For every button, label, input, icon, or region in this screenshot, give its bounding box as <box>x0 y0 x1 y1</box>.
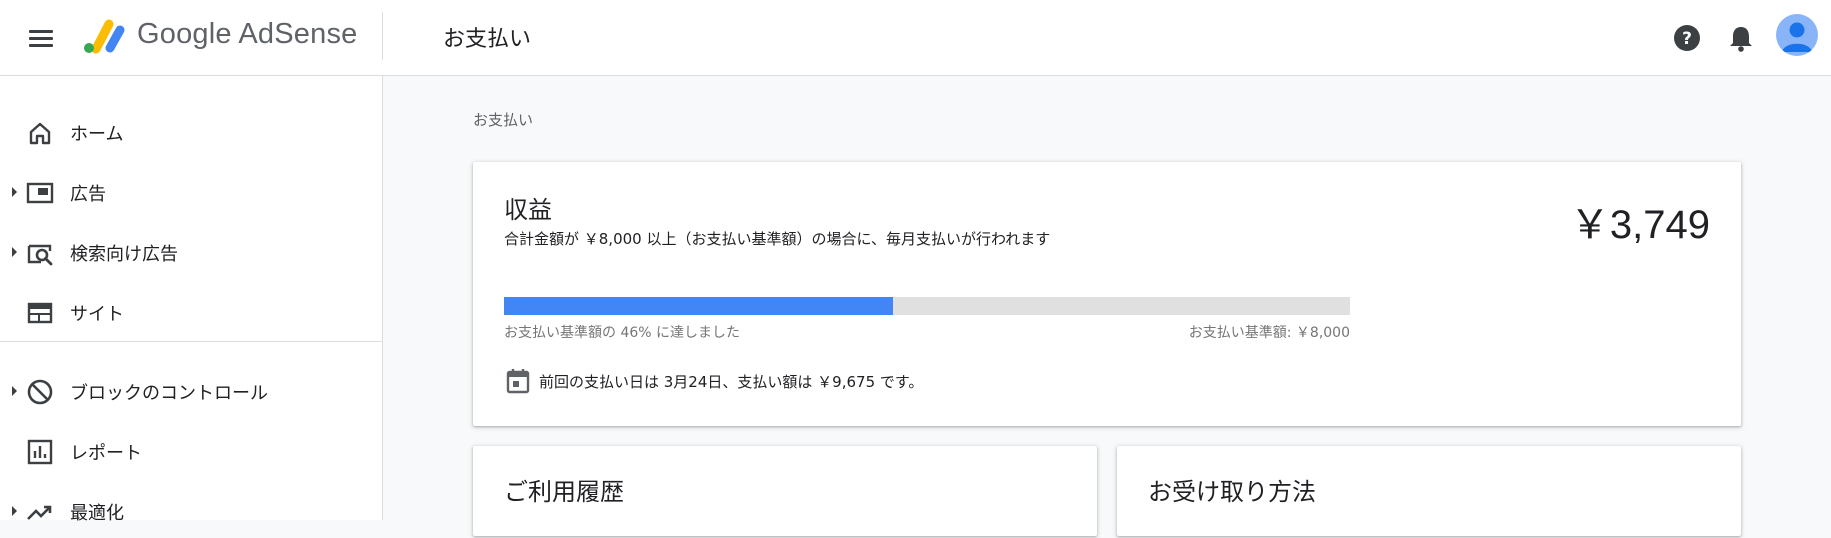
earnings-title: 収益 <box>504 196 552 224</box>
threshold-label: お支払い基準額: ￥8,000 <box>1188 325 1350 341</box>
account-avatar[interactable] <box>1776 14 1818 56</box>
last-payment-info: 前回の支払い日は 3月24日、支払い額は ￥9,675 です。 <box>539 373 924 391</box>
calendar-icon <box>506 369 530 394</box>
header-divider <box>382 12 383 60</box>
trending-up-icon <box>27 505 52 520</box>
block-icon <box>27 379 53 405</box>
help-icon[interactable]: ? <box>1667 18 1707 58</box>
progress-bar-fill <box>504 297 894 315</box>
sidebar-item-sites[interactable]: サイト <box>0 287 382 339</box>
person-icon <box>1782 22 1812 52</box>
payment-method-card-title: お受け取り方法 <box>1148 478 1316 506</box>
breadcrumb: お支払い <box>473 111 534 129</box>
reports-icon <box>27 439 53 465</box>
payment-threshold-progress-bar <box>504 297 1350 315</box>
progress-percent-label: お支払い基準額の 46% に達しました <box>504 325 741 341</box>
expand-caret-icon[interactable] <box>12 187 17 197</box>
expand-caret-icon[interactable] <box>12 386 17 396</box>
menu-icon[interactable] <box>24 22 58 56</box>
earnings-subtitle: 合計金額が ￥8,000 以上（お支払い基準額）の場合に、毎月支払いが行われます <box>504 230 1051 248</box>
adsense-logo-icon <box>84 19 125 54</box>
notifications-bell-icon[interactable] <box>1721 18 1761 58</box>
sidebar-item-label: サイト <box>70 304 124 325</box>
sidebar-divider <box>0 341 382 342</box>
sidebar-nav: ホーム 広告 検索向け広告 サイト ブロックのコントロール レポート 最適化 <box>0 76 383 524</box>
sidebar-item-ads[interactable]: 広告 <box>0 167 382 219</box>
history-card[interactable]: ご利用履歴 <box>473 446 1097 536</box>
sidebar-item-search-ads[interactable]: 検索向け広告 <box>0 227 382 279</box>
earnings-amount: ￥3,749 <box>1569 203 1710 247</box>
page-title: お支払い <box>443 27 532 52</box>
sidebar-item-optimization[interactable]: 最適化 <box>0 486 382 538</box>
sidebar-item-label: レポート <box>70 443 142 464</box>
home-icon <box>29 122 51 145</box>
brand-name: Google AdSense <box>137 18 358 50</box>
sidebar-item-reports[interactable]: レポート <box>0 426 382 478</box>
sidebar-item-blocking-controls[interactable]: ブロックのコントロール <box>0 366 382 418</box>
sites-icon <box>27 302 53 324</box>
svg-text:?: ? <box>1682 29 1692 49</box>
sidebar-item-label: 最適化 <box>70 503 124 524</box>
expand-caret-icon[interactable] <box>12 247 17 257</box>
sidebar-item-label: ブロックのコントロール <box>70 383 268 404</box>
earnings-card: 収益 合計金額が ￥8,000 以上（お支払い基準額）の場合に、毎月支払いが行わ… <box>473 162 1741 426</box>
search-ads-icon <box>27 244 53 266</box>
sidebar-item-label: 広告 <box>70 184 106 205</box>
top-app-bar: Google AdSense お支払い ? <box>0 0 1831 76</box>
ads-icon <box>26 182 54 204</box>
expand-caret-icon[interactable] <box>12 506 17 516</box>
sidebar-item-home[interactable]: ホーム <box>0 107 382 159</box>
history-card-title: ご利用履歴 <box>504 478 624 506</box>
sidebar-item-label: ホーム <box>70 124 124 145</box>
sidebar-item-label: 検索向け広告 <box>70 244 178 265</box>
payment-method-card[interactable]: お受け取り方法 <box>1117 446 1741 536</box>
